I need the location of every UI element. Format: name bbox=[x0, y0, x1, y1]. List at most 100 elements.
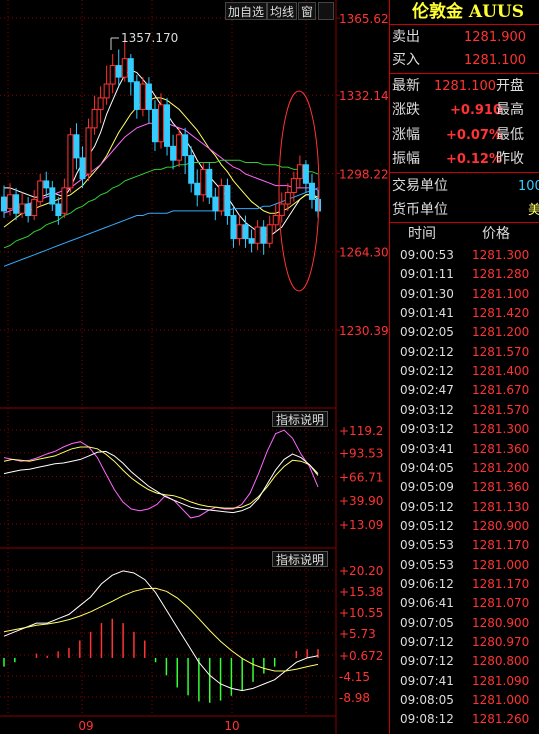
tick-row: 09:07:05 1280.900 bbox=[390, 614, 539, 633]
tick-time: 09:02:12 bbox=[400, 344, 454, 359]
tick-row: 09:05:53 1281.170 bbox=[390, 536, 539, 555]
candle-body bbox=[121, 58, 128, 78]
tick-time: 09:07:05 bbox=[400, 615, 454, 630]
indicator1-axis-label: +66.71 bbox=[339, 470, 383, 484]
candle-body bbox=[115, 65, 122, 78]
buy-label: 买入 bbox=[392, 52, 420, 68]
price-axis-label: 1332.145 bbox=[339, 89, 390, 103]
kline-chart[interactable]: 1365.628 1332.145 1298.226 1264.308 1230.390… bbox=[0, 0, 390, 734]
trade-unit-value: 100 bbox=[518, 179, 539, 194]
peak-label: 1357.170 bbox=[121, 31, 178, 45]
candlesticks bbox=[1, 37, 321, 255]
candle-body bbox=[13, 194, 20, 214]
low-label: 最低 bbox=[496, 127, 524, 143]
candle-body bbox=[37, 180, 44, 203]
tick-price: 1281.170 bbox=[472, 538, 530, 553]
high-label: 最高 bbox=[496, 102, 524, 118]
indicator2-axis-label: +20.20 bbox=[339, 564, 383, 578]
window-button[interactable]: 窗 bbox=[298, 2, 317, 20]
candle-body bbox=[212, 196, 219, 212]
change-pct-row: 涨幅 +0.07% 最低 bbox=[390, 124, 539, 147]
candle-body bbox=[151, 108, 158, 143]
candle-body bbox=[158, 104, 164, 143]
candle-body bbox=[91, 108, 98, 129]
indicator1-lines bbox=[3, 429, 319, 519]
axis-labels: 1365.628 1332.145 1298.226 1264.308 1230.390… bbox=[78, 12, 390, 733]
amplitude-value: +0.12% bbox=[446, 152, 502, 167]
change-value: +0.910 bbox=[450, 103, 503, 118]
add-self-select-button[interactable]: 加自选 bbox=[225, 2, 268, 20]
indicator2-axis-label: +15.38 bbox=[339, 585, 383, 599]
currency-value: 美 bbox=[528, 199, 539, 222]
tick-price: 1280.900 bbox=[472, 615, 530, 630]
sell-label: 卖出 bbox=[392, 29, 420, 45]
tick-price: 1280.800 bbox=[472, 654, 530, 669]
trade-unit-label: 交易单位 bbox=[392, 178, 448, 194]
candle-body bbox=[7, 194, 14, 210]
tick-row: 09:04:05 1281.200 bbox=[390, 459, 539, 478]
tick-price: 1281.360 bbox=[472, 480, 530, 495]
candle-body bbox=[97, 97, 104, 110]
tick-price: 1281.000 bbox=[472, 557, 530, 572]
candle-body bbox=[302, 164, 309, 184]
tick-price: 1281.170 bbox=[472, 730, 529, 734]
tick-time: 09:07:41 bbox=[400, 673, 454, 688]
candle-body bbox=[315, 198, 321, 212]
indicator1-help-button[interactable]: 指标说明 bbox=[272, 411, 329, 427]
tick-time: 09:03:41 bbox=[400, 441, 454, 456]
window-resize-button[interactable] bbox=[318, 2, 334, 20]
tick-price: 1281.130 bbox=[472, 499, 530, 514]
candle-body bbox=[19, 203, 26, 214]
tick-price: 1281.570 bbox=[472, 402, 530, 417]
indicator1-axis-label: +39.90 bbox=[339, 494, 383, 508]
tick-price: 1281.670 bbox=[472, 383, 530, 398]
indicator2-axis-label: -8.98 bbox=[339, 691, 370, 705]
tick-time: 09:08:05 bbox=[400, 693, 454, 708]
buy-value: 1281.100 bbox=[464, 53, 527, 68]
tick-row: 09:01:11 1281.280 bbox=[390, 265, 539, 284]
candle-body bbox=[218, 185, 225, 212]
price-header: 价格 bbox=[482, 226, 510, 242]
candle-body bbox=[248, 238, 255, 244]
tick-time: 09:06:12 bbox=[400, 576, 454, 591]
tick-row: 09:02:12 1281.570 bbox=[390, 343, 539, 362]
trade-unit-row: 交易单位 100 bbox=[390, 175, 539, 198]
tick-price: 1281.280 bbox=[472, 267, 530, 282]
tick-row: 09:08:12 1281.260 bbox=[390, 710, 539, 729]
tick-price: 1281.360 bbox=[472, 441, 530, 456]
candle-body bbox=[164, 104, 171, 147]
candle-body bbox=[272, 215, 279, 226]
tick-row: 09:05:09 1281.360 bbox=[390, 478, 539, 497]
tick-time: 09:09:10 bbox=[400, 730, 454, 734]
tick-time: 09:03:12 bbox=[400, 422, 454, 437]
tick-price: 1281.200 bbox=[472, 460, 530, 475]
tick-price: 1281.300 bbox=[472, 422, 530, 437]
amplitude-row: 振幅 +0.12% 昨收 bbox=[390, 148, 539, 171]
tick-price: 1281.570 bbox=[472, 344, 530, 359]
tick-row: 09:03:12 1281.300 bbox=[390, 420, 539, 439]
indicator2-help-button[interactable]: 指标说明 bbox=[272, 551, 329, 567]
candle-body bbox=[242, 224, 249, 240]
tick-row: 09:05:12 1280.900 bbox=[390, 517, 539, 536]
tick-row: 09:09:10 1281.170 bbox=[390, 730, 539, 734]
amplitude-label: 振幅 bbox=[392, 151, 420, 167]
candle-body bbox=[200, 168, 207, 196]
tick-price: 1281.200 bbox=[472, 325, 530, 340]
tick-time: 09:05:12 bbox=[400, 499, 454, 514]
candle-body bbox=[236, 224, 243, 240]
tick-row: 09:07:12 1280.800 bbox=[390, 652, 539, 671]
tick-time: 09:05:12 bbox=[400, 518, 454, 533]
candle-body bbox=[266, 224, 273, 244]
latest-value: 1281.100 bbox=[434, 79, 497, 94]
candle-body bbox=[206, 168, 213, 198]
candle-body bbox=[145, 83, 152, 110]
tick-price: 1281.400 bbox=[472, 364, 530, 379]
tick-row: 09:08:05 1281.000 bbox=[390, 691, 539, 710]
latest-label: 最新 bbox=[392, 78, 420, 94]
tick-row: 09:03:41 1281.360 bbox=[390, 440, 539, 459]
candle-body bbox=[25, 203, 32, 217]
tick-time: 09:05:53 bbox=[400, 557, 454, 572]
tick-time: 09:03:12 bbox=[400, 402, 454, 417]
indicator1-line bbox=[3, 429, 319, 519]
ma-lines-button[interactable]: 均线 bbox=[267, 2, 298, 20]
